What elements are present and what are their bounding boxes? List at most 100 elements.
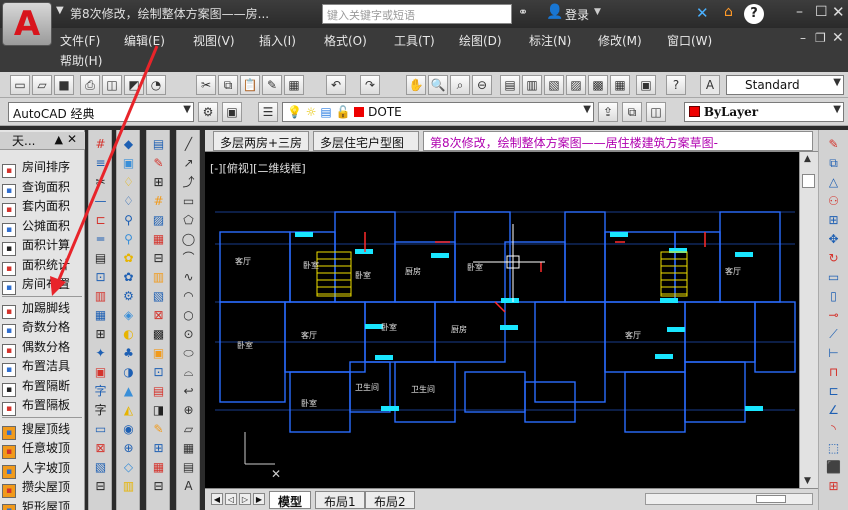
store-icon[interactable]: ⌂ [724, 4, 733, 20]
break-icon[interactable]: ⊢ [825, 345, 842, 362]
text-style-select[interactable]: Standard ▼ [726, 75, 844, 95]
color-select[interactable]: ByLayer ▼ [684, 102, 844, 122]
scroll-down-icon[interactable]: ▼ [804, 476, 811, 486]
layer-select[interactable]: 💡 ☼ ▤ 🔓 DOTE ▼ [282, 102, 594, 122]
layer-icon[interactable]: ▧ [92, 459, 109, 476]
menu-view[interactable]: 视图(V) [193, 32, 235, 49]
make-current-layer-icon[interactable]: ⇪ [598, 102, 618, 122]
bulb-off-icon[interactable]: ⚲ [120, 212, 137, 229]
half-box-icon[interactable]: ◨ [150, 402, 167, 419]
image-icon[interactable]: ⊟ [150, 478, 167, 495]
sheet-set-icon[interactable]: ▨ [566, 75, 586, 95]
frame-icon[interactable]: ▣ [150, 345, 167, 362]
tab-doc-1[interactable]: 多层两房+三房 [213, 131, 309, 151]
doc-minimize-icon[interactable]: – [800, 31, 806, 45]
block-editor-icon[interactable]: ▦ [284, 75, 304, 95]
pattern-icon[interactable]: ✿ [120, 269, 137, 286]
close-icon[interactable]: ✕ [832, 3, 845, 21]
menu-help[interactable]: 帮助(H) [60, 52, 102, 69]
room-icon[interactable]: ⊡ [92, 269, 109, 286]
help-icon[interactable]: ? [744, 4, 764, 24]
paste-icon[interactable]: 📋 [240, 75, 260, 95]
publish-icon[interactable]: ◩ [124, 75, 144, 95]
tab-doc-3[interactable]: 第8次修改，绘制整体方案图——居住楼建筑方案草图- [423, 131, 813, 151]
palette-item[interactable]: ▪ 房间排序 [2, 158, 84, 178]
copy-icon[interactable]: ⧉ [218, 75, 238, 95]
moon-icon[interactable]: ◑ [120, 364, 137, 381]
fillet-icon[interactable]: ∠ [825, 402, 842, 419]
circle-outline-icon[interactable]: ○ [180, 307, 197, 324]
palette-item[interactable]: ▪ 查询面积 [2, 178, 84, 198]
menu-edit[interactable]: 编辑(E) [124, 32, 165, 49]
palette-item[interactable]: ▪ 加踢脚线 [2, 299, 84, 319]
stair-icon[interactable]: ▤ [92, 250, 109, 267]
print-preview-icon[interactable]: ◫ [102, 75, 122, 95]
scale-icon[interactable]: ▭ [825, 269, 842, 286]
palette-item[interactable]: ▪ 房间布置 [2, 275, 84, 295]
ellipse-icon[interactable]: ⬭ [180, 345, 197, 362]
search-input[interactable]: 键入关键字或短语 [322, 4, 512, 24]
edit-icon[interactable]: ✎ [150, 155, 167, 172]
table-icon[interactable]: ▦ [150, 231, 167, 248]
half-icon[interactable]: ◐ [120, 326, 137, 343]
plus-box-icon[interactable]: ⊞ [150, 440, 167, 457]
menu-insert[interactable]: 插入(I) [259, 32, 296, 49]
maximize-icon[interactable]: ☐ [815, 4, 828, 20]
palette-item[interactable]: ▪ 面积统计 [2, 256, 84, 276]
save-icon[interactable]: ■ [54, 75, 74, 95]
join-icon[interactable]: ⊓ [825, 364, 842, 381]
move-icon[interactable]: ✥ [825, 231, 842, 248]
solid-icon[interactable]: ◭ [120, 402, 137, 419]
explode-icon[interactable]: ◝ [825, 421, 842, 438]
doc-restore-icon[interactable]: ❐ [815, 31, 826, 45]
construction-line-icon[interactable]: ⤴ [180, 174, 197, 191]
drawing-canvas[interactable]: ✕ 客厅 卧室 卧室 厨房 卧室 客厅 卧室 卧室 厨房 卧室 卫生间 卫生间 客厅 客厅 [205, 152, 799, 488]
matrix-icon[interactable]: ▦ [150, 459, 167, 476]
donut-icon[interactable]: ⊙ [180, 326, 197, 343]
tab-doc-2[interactable]: 多层住宅户型图 [313, 131, 419, 151]
minimize-icon[interactable]: – [796, 4, 803, 20]
region-icon[interactable]: ▱ [180, 421, 197, 438]
plot-icon[interactable]: ◔ [146, 75, 166, 95]
palette-item[interactable]: ▪ 布置隔板 [2, 396, 84, 416]
menu-dimension[interactable]: 标注(N) [529, 32, 571, 49]
block-icon[interactable]: ▣ [120, 155, 137, 172]
table-icon[interactable]: ▭ [92, 421, 109, 438]
dot-box-icon[interactable]: ⊡ [150, 364, 167, 381]
mirror-icon[interactable]: △ [825, 174, 842, 191]
quick-access-dropdown-icon[interactable]: ▼ [56, 5, 64, 16]
zoom-previous-icon[interactable]: ⊖ [472, 75, 492, 95]
region-icon[interactable]: ⬛ [825, 459, 842, 476]
application-menu-button[interactable]: A [2, 2, 52, 46]
new-file-icon[interactable]: ▭ [10, 75, 30, 95]
palette-item[interactable]: ▪ 套内面积 [2, 197, 84, 217]
zoom-realtime-icon[interactable]: 🔍 [428, 75, 448, 95]
align-icon[interactable]: ⊞ [825, 478, 842, 495]
stretch-icon[interactable]: ▯ [825, 288, 842, 305]
symbol-icon[interactable]: ✦ [92, 345, 109, 362]
club-icon[interactable]: ♣ [120, 345, 137, 362]
pen-icon[interactable]: ✎ [150, 421, 167, 438]
spline-icon[interactable]: ∿ [180, 269, 197, 286]
binoculars-icon[interactable]: ⚭ [518, 5, 528, 19]
menu-tools[interactable]: 工具(T) [394, 32, 435, 49]
box-x-icon[interactable]: ⊠ [150, 307, 167, 324]
hash-icon[interactable]: # [150, 193, 167, 210]
layer-manager-icon[interactable]: ☰ [258, 102, 278, 122]
palette-item[interactable]: ▪ 布置洁具 [2, 357, 84, 377]
zoom-window-icon[interactable]: ⌕ [450, 75, 470, 95]
menu-format[interactable]: 格式(O) [324, 32, 367, 49]
tab-layout2[interactable]: 布局2 [365, 491, 415, 509]
add-icon[interactable]: ⊕ [120, 440, 137, 457]
layer-previous-icon[interactable]: ⧉ [622, 102, 642, 122]
elevation-icon[interactable]: ▦ [92, 307, 109, 324]
workspace-save-icon[interactable]: ▣ [222, 102, 242, 122]
viewport-label[interactable]: [-][俯视][二维线框] [210, 160, 306, 176]
open-file-icon[interactable]: ▱ [32, 75, 52, 95]
ray-icon[interactable]: ↗ [180, 155, 197, 172]
pan-icon[interactable]: ✋ [406, 75, 426, 95]
text-style-icon[interactable]: 字 [92, 402, 109, 419]
pattern-icon[interactable]: ▩ [150, 326, 167, 343]
palette-item[interactable]: ▪ 面积计算 [2, 236, 84, 256]
mtext-icon[interactable]: A [180, 478, 197, 495]
